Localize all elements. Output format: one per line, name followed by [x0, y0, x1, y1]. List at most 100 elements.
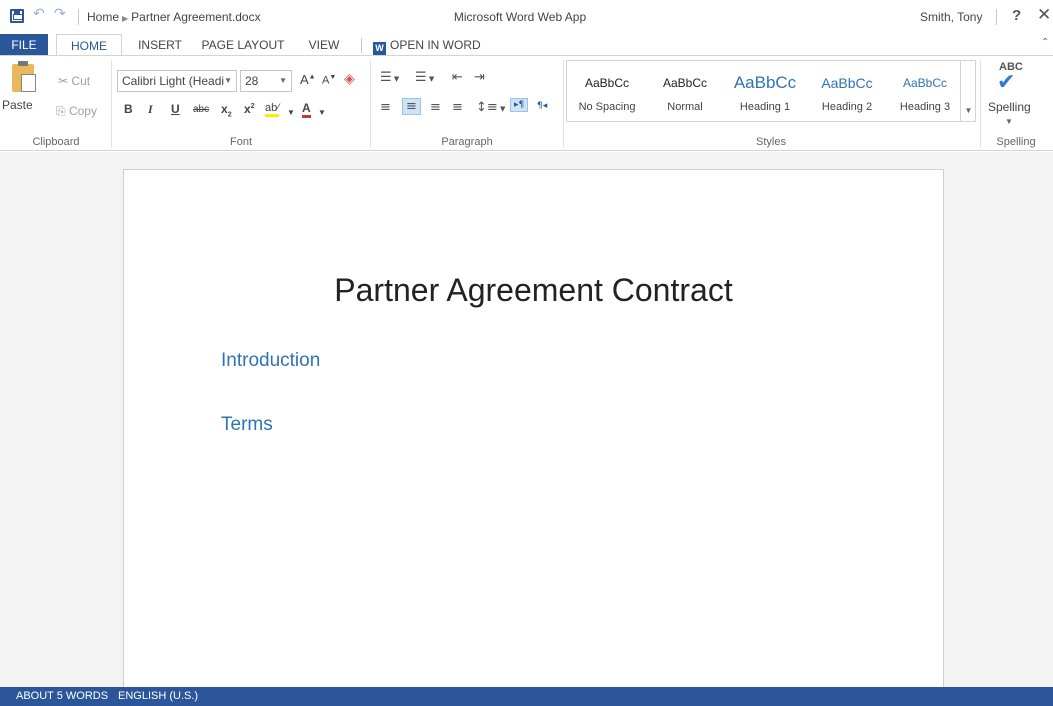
divider: [980, 60, 981, 148]
chevron-down-icon: ▼: [224, 76, 232, 85]
app-title: Microsoft Word Web App: [453, 10, 587, 24]
word-count[interactable]: ABOUT 5 WORDS: [16, 687, 108, 706]
divider: [111, 60, 112, 148]
ribbon-tabs: FILE HOME INSERT PAGE LAYOUT VIEW W OPEN …: [0, 34, 1053, 56]
undo-icon[interactable]: ↶: [33, 6, 45, 22]
chevron-down-icon[interactable]: ▼: [287, 108, 295, 117]
shrink-font-icon[interactable]: A▼: [322, 74, 336, 87]
language[interactable]: ENGLISH (U.S.): [118, 687, 198, 706]
font-family-value: Calibri Light (Headi: [122, 74, 225, 88]
save-icon[interactable]: [10, 9, 24, 23]
heading-terms[interactable]: Terms: [221, 414, 273, 436]
chevron-down-icon[interactable]: ▼: [318, 108, 326, 117]
breadcrumb-file: Partner Agreement.docx: [131, 10, 261, 24]
checkmark-icon[interactable]: ✔: [997, 70, 1015, 95]
ribbon: Paste ✂ Cut ⎘ Copy Clipboard Calibri Lig…: [0, 55, 1053, 151]
styles-gallery: AaBbCc No Spacing AaBbCc Normal AaBbCc H…: [566, 60, 976, 122]
justify-icon[interactable]: ≡: [452, 100, 463, 115]
rtl-icon[interactable]: ¶◂: [537, 101, 547, 111]
divider: [996, 9, 997, 25]
tab-page-layout[interactable]: PAGE LAYOUT: [196, 34, 290, 56]
tab-home[interactable]: HOME: [56, 34, 122, 56]
copy-label: Copy: [68, 104, 97, 118]
cut-label: Cut: [71, 74, 91, 88]
chevron-down-icon[interactable]: ▼: [1005, 117, 1013, 126]
tab-insert[interactable]: INSERT: [133, 34, 187, 56]
tab-view[interactable]: VIEW: [301, 34, 347, 56]
numbering-icon[interactable]: ☰ ▼: [415, 70, 434, 85]
divider: [563, 60, 564, 148]
collapse-ribbon-icon[interactable]: ⌃: [1041, 37, 1049, 48]
style-sample: AaBbCc: [733, 73, 797, 92]
cut-button[interactable]: ✂ Cut: [58, 74, 90, 88]
style-name: Normal: [667, 101, 703, 113]
increase-indent-icon[interactable]: ⇥: [474, 70, 485, 85]
bullets-icon[interactable]: ☰ ▼: [380, 70, 399, 85]
font-color-icon[interactable]: A: [302, 102, 311, 118]
breadcrumb-home[interactable]: Home: [87, 10, 119, 24]
font-family-select[interactable]: Calibri Light (Headi ▼: [117, 70, 237, 92]
breadcrumb: Home ▶ Partner Agreement.docx: [87, 10, 261, 24]
scissors-icon: ✂: [58, 74, 69, 88]
help-button[interactable]: ?: [1012, 7, 1021, 24]
copy-icon: ⎘: [56, 104, 66, 118]
user-name[interactable]: Smith, Tony: [920, 10, 982, 24]
divider: [370, 60, 371, 148]
line-spacing-icon[interactable]: ↕≡ ▼: [476, 100, 505, 115]
close-button[interactable]: ✕: [1037, 5, 1051, 25]
title-bar: ↶ ↷ Home ▶ Partner Agreement.docx Microsof…: [0, 0, 1053, 34]
style-normal[interactable]: AaBbCc Normal: [647, 61, 723, 121]
ltr-icon[interactable]: ▸¶: [510, 98, 529, 112]
clear-formatting-icon[interactable]: ◈: [344, 70, 355, 87]
style-no-spacing[interactable]: AaBbCc No Spacing: [567, 61, 647, 121]
group-label-font: Font: [229, 136, 252, 148]
tab-file[interactable]: FILE: [0, 34, 48, 56]
grow-font-icon[interactable]: A▲: [300, 72, 316, 87]
align-right-icon[interactable]: ≡: [430, 100, 441, 115]
redo-icon[interactable]: ↷: [54, 6, 66, 22]
status-bar: ABOUT 5 WORDS ENGLISH (U.S.): [0, 687, 1053, 706]
highlight-icon[interactable]: ab⁄: [265, 102, 280, 117]
group-label-clipboard: Clipboard: [32, 136, 80, 148]
italic-icon[interactable]: I: [148, 102, 153, 117]
paste-button[interactable]: Paste: [2, 98, 33, 112]
style-sample: AaBbCc: [584, 76, 630, 90]
subscript-icon[interactable]: x2: [221, 102, 232, 118]
styles-more-icon[interactable]: ▼: [960, 60, 976, 122]
group-label-paragraph: Paragraph: [441, 136, 493, 148]
word-icon: W: [373, 42, 386, 55]
document-page[interactable]: Partner Agreement Contract Introduction …: [123, 169, 944, 699]
style-name: Heading 2: [821, 101, 873, 113]
group-label-styles: Styles: [756, 136, 786, 148]
style-heading-3[interactable]: AaBbCc Heading 3: [887, 61, 963, 121]
align-left-icon[interactable]: ≡: [380, 100, 391, 115]
underline-icon[interactable]: U: [171, 102, 180, 116]
paste-icon[interactable]: [12, 61, 36, 92]
chevron-down-icon: ▼: [279, 76, 287, 85]
bold-icon[interactable]: B: [124, 102, 133, 116]
spelling-button[interactable]: Spelling: [988, 100, 1031, 114]
divider: [361, 38, 362, 53]
strikethrough-icon[interactable]: abc: [193, 104, 209, 115]
open-in-word-label: OPEN IN WORD: [390, 38, 481, 52]
document-title[interactable]: Partner Agreement Contract: [124, 272, 943, 309]
style-name: Heading 3: [899, 101, 951, 113]
style-name: Heading 1: [739, 101, 791, 113]
divider: [78, 9, 79, 25]
style-heading-1[interactable]: AaBbCc Heading 1: [723, 61, 807, 121]
font-size-value: 28: [245, 74, 259, 88]
style-heading-2[interactable]: AaBbCc Heading 2: [807, 61, 887, 121]
decrease-indent-icon[interactable]: ⇤: [452, 70, 463, 85]
copy-button[interactable]: ⎘ Copy: [56, 104, 97, 119]
style-sample: AaBbCc: [662, 76, 708, 90]
style-name: No Spacing: [578, 101, 636, 113]
document-area: Partner Agreement Contract Introduction …: [0, 152, 1053, 699]
open-in-word-button[interactable]: W OPEN IN WORD: [373, 34, 483, 56]
style-sample: AaBbCc: [821, 75, 873, 91]
heading-introduction[interactable]: Introduction: [221, 350, 320, 372]
font-size-select[interactable]: 28 ▼: [240, 70, 292, 92]
superscript-icon[interactable]: x2: [244, 102, 255, 116]
breadcrumb-arrow-icon: ▶: [122, 14, 129, 23]
group-label-spelling: Spelling: [996, 136, 1036, 148]
align-center-icon[interactable]: ≡: [402, 98, 421, 115]
